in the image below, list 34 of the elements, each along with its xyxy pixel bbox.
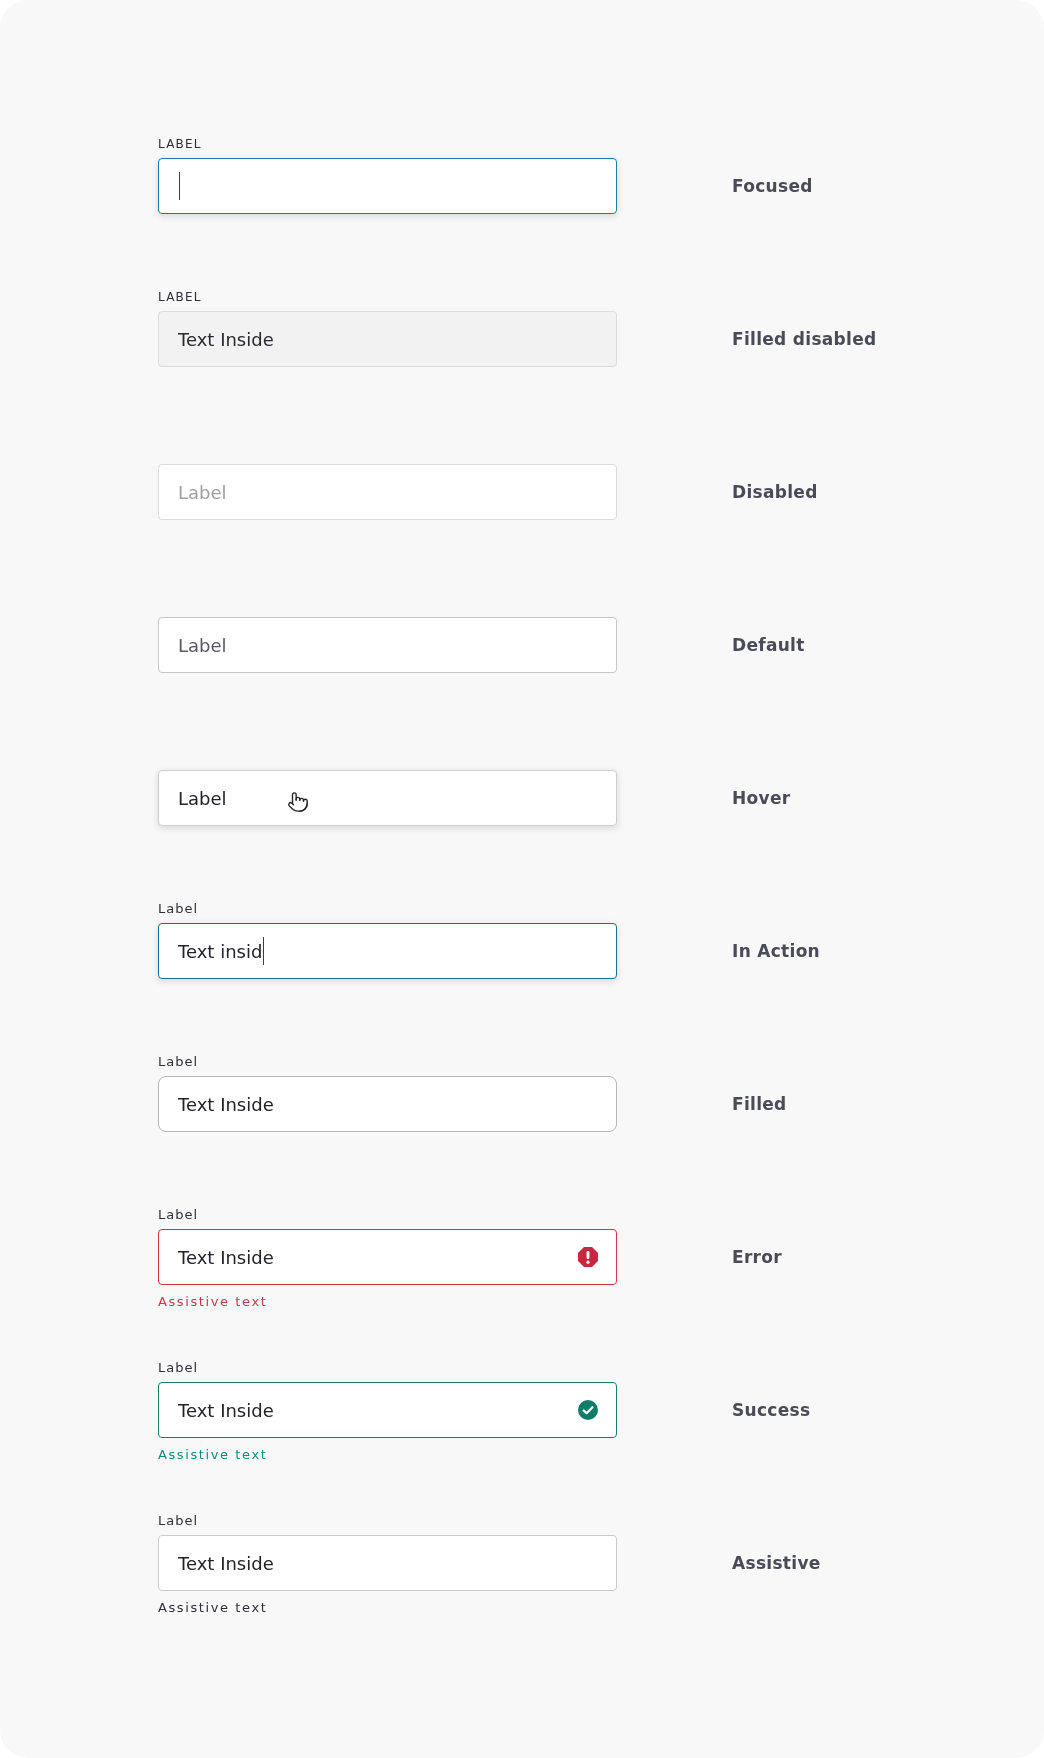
error-icon — [578, 1247, 598, 1267]
assistive-text: Assistive text — [158, 1447, 268, 1463]
field-label: LABEL — [158, 136, 202, 152]
text-field[interactable]: Text insid — [158, 923, 617, 979]
state-caption: Hover — [732, 788, 791, 808]
field-label: LABEL — [158, 289, 202, 305]
text-field[interactable]: Label — [158, 770, 617, 826]
state-caption: Error — [732, 1247, 782, 1267]
text-field[interactable]: Text Inside — [158, 311, 617, 367]
field-label: Label — [158, 1513, 199, 1529]
text-field[interactable]: Text Inside — [158, 1229, 617, 1285]
field-label: Label — [158, 1054, 199, 1070]
field-label: Label — [158, 901, 199, 917]
field-label: Label — [158, 1207, 199, 1223]
state-caption: Assistive — [732, 1553, 821, 1573]
check-circle-icon — [578, 1400, 598, 1420]
state-caption: Disabled — [732, 482, 818, 502]
state-caption: Success — [732, 1400, 811, 1420]
state-caption: Focused — [732, 176, 813, 196]
assistive-text: Assistive text — [158, 1600, 268, 1616]
hand-pointer-icon — [286, 791, 309, 813]
state-caption: Filled disabled — [732, 329, 877, 349]
assistive-text: Assistive text — [158, 1294, 268, 1310]
text-cursor-icon — [263, 937, 265, 965]
text-field[interactable]: Text Inside — [158, 1535, 617, 1591]
text-field[interactable]: Label — [158, 617, 617, 673]
state-caption: In Action — [732, 941, 820, 961]
text-field[interactable]: Text Inside — [158, 1382, 617, 1438]
text-field[interactable]: Text Inside — [158, 1076, 617, 1132]
text-field[interactable] — [158, 158, 617, 214]
field-label: Label — [158, 1360, 199, 1376]
state-caption: Default — [732, 635, 805, 655]
text-cursor-icon — [179, 172, 180, 200]
state-caption: Filled — [732, 1094, 787, 1114]
